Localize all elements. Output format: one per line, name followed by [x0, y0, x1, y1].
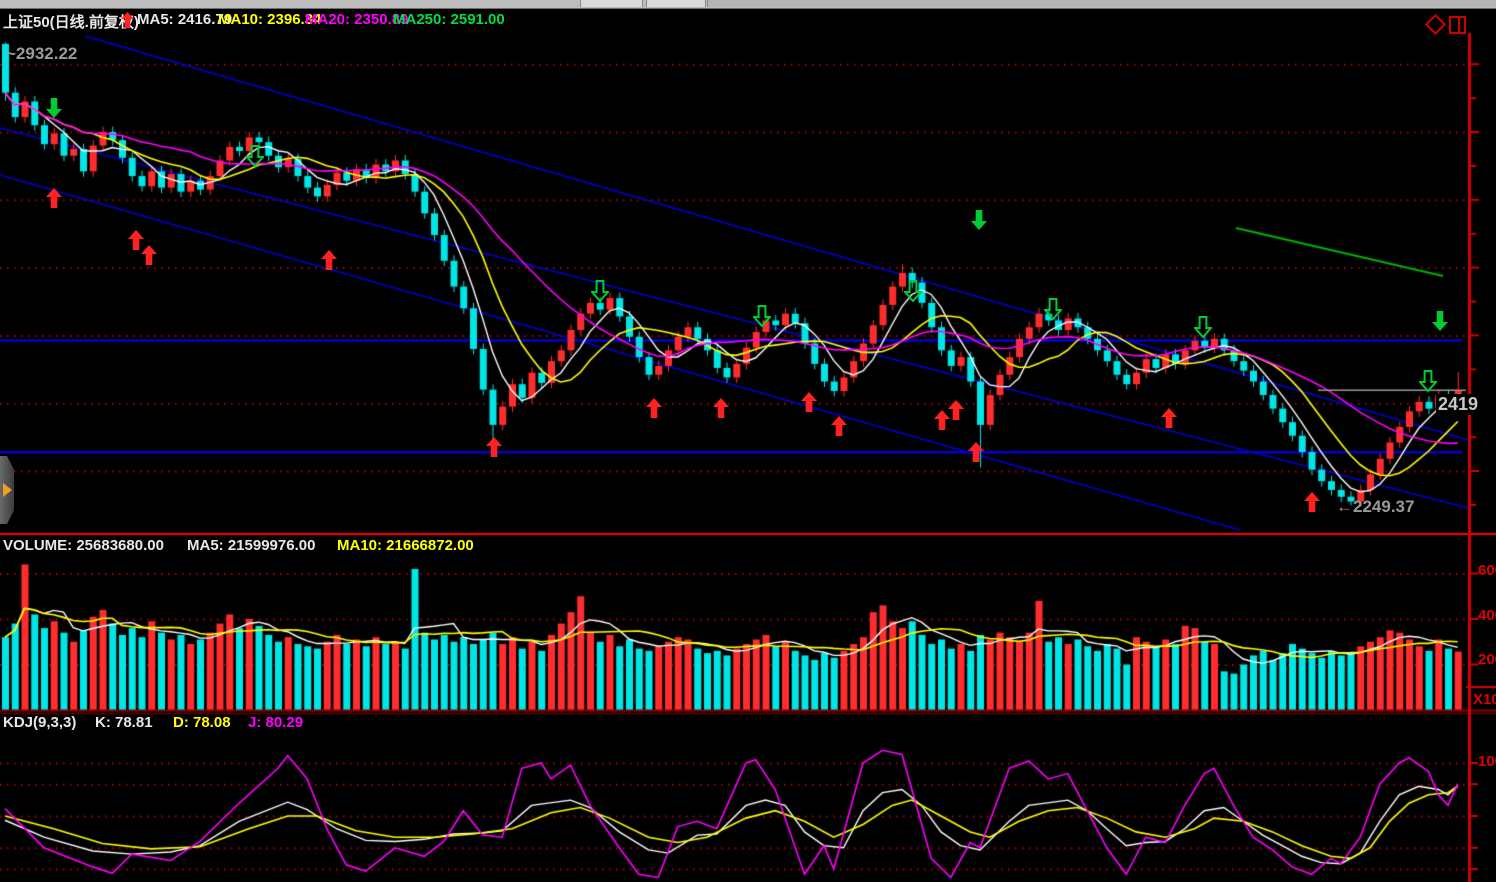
- last-price-label: 2419: [1436, 394, 1480, 415]
- sell-signal-arrow-icon: [1194, 316, 1212, 339]
- chart-window: 上证50(日线.前复权) MA5: 2416.79 MA10: 2396.34 …: [0, 0, 1496, 882]
- symbol-title: 上证50(日线.前复权): [3, 11, 139, 32]
- buy-signal-arrow-icon: [46, 188, 64, 208]
- buy-signal-arrow-icon: [968, 442, 986, 462]
- kdj-j-value: J: 80.29: [248, 714, 303, 731]
- sell-signal-arrow-icon: [46, 98, 64, 118]
- volume-value: VOLUME: 25683680.00: [3, 537, 164, 554]
- toolbar-strip: [0, 0, 1496, 9]
- volume-axis-label-2000: 2000: [1478, 651, 1496, 668]
- buy-signal-arrow-icon: [141, 245, 159, 265]
- tile-divider: [1458, 18, 1460, 32]
- kdj-d-value: D: 78.08: [173, 714, 231, 731]
- kdj-axis-label-100: 100: [1478, 753, 1496, 770]
- volume-axis-label-6000: 6000: [1478, 562, 1496, 579]
- kdj-title: KDJ(9,3,3): [3, 714, 76, 731]
- expand-arrow-icon: [3, 483, 12, 497]
- chart-canvas[interactable]: [0, 0, 1496, 882]
- sell-signal-arrow-icon: [971, 210, 989, 230]
- ma250-value: MA250: 2591.00: [393, 11, 505, 28]
- volume-axis-label-4000: 4000: [1478, 607, 1496, 624]
- up-trend-icon: [121, 12, 134, 28]
- buy-signal-arrow-icon: [646, 398, 664, 418]
- buy-signal-arrow-icon: [486, 437, 504, 457]
- volume-ma10-value: MA10: 21666872.00: [337, 537, 474, 554]
- volume-unit-label: X10000: [1473, 691, 1496, 708]
- buy-signal-arrow-icon: [801, 392, 819, 412]
- high-price-annotation: ~2932.22: [6, 44, 77, 64]
- toolbar-button-fragment: [580, 0, 643, 7]
- sell-signal-arrow-icon: [753, 305, 771, 328]
- buy-signal-arrow-icon: [321, 250, 339, 270]
- sell-signal-arrow-icon: [591, 280, 609, 303]
- sell-signal-arrow-icon: [1432, 311, 1450, 331]
- tile-windows-icon[interactable]: [1449, 16, 1466, 34]
- low-price-annotation: ←2249.37: [1336, 497, 1414, 517]
- sell-signal-arrow-icon: [1419, 370, 1437, 393]
- sell-signal-arrow-icon: [1044, 298, 1062, 321]
- sell-signal-arrow-icon: [246, 145, 264, 168]
- toolbar-fragment: [707, 0, 1496, 7]
- panel-expander-handle[interactable]: [0, 456, 14, 524]
- toolbar-button-fragment: [646, 0, 706, 7]
- buy-signal-arrow-icon: [831, 416, 849, 436]
- sell-signal-arrow-icon: [904, 280, 922, 303]
- buy-signal-arrow-icon: [1304, 492, 1322, 512]
- buy-signal-arrow-icon: [713, 398, 731, 418]
- buy-signal-arrow-icon: [1161, 408, 1179, 428]
- volume-ma5-value: MA5: 21599976.00: [187, 537, 315, 554]
- kdj-k-value: K: 78.81: [95, 714, 153, 731]
- buy-signal-arrow-icon: [948, 400, 966, 420]
